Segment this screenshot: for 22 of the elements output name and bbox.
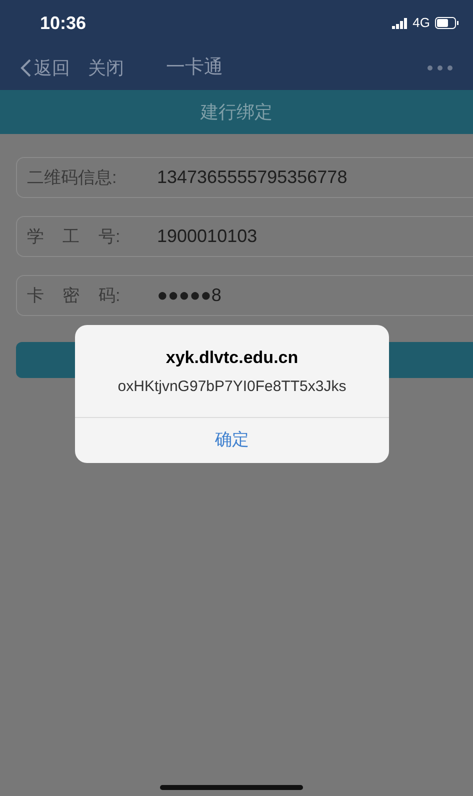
field-value: 1347365555795356778 (157, 166, 348, 189)
confirm-button[interactable]: 确定 (75, 416, 389, 462)
form-field[interactable]: 学 工 号: 1900010103 (16, 216, 473, 257)
dialog-title: xyk.dlvtc.edu.cn (166, 347, 298, 369)
field-label: 二维码信息: (27, 166, 118, 189)
field-value: 1900010103 (157, 225, 258, 248)
field-label: 学 工 号: (27, 226, 122, 248)
back-button[interactable]: 返回 (20, 54, 70, 82)
field-label: 卡 密 码: (27, 284, 122, 307)
form-field[interactable]: 二维码信息: 1347365555795356778 (16, 157, 473, 198)
nav-title: 一卡通 (166, 56, 223, 80)
dialog-message: oxHKtjvnG97bP7YI0Fe8TT5x3Jks (116, 376, 348, 396)
status-time: 10:36 (40, 12, 86, 34)
chevron-left-icon (20, 58, 32, 78)
network-label: 4G (412, 14, 430, 32)
form-field[interactable]: 卡 密 码: ●●●●●8 (16, 275, 473, 316)
page-header: 建行绑定 (0, 90, 473, 134)
battery-icon (435, 17, 459, 29)
more-icon[interactable] (427, 65, 453, 71)
close-button[interactable]: 关闭 (88, 54, 124, 82)
signal-icon (392, 18, 408, 28)
field-value: ●●●●●8 (157, 284, 222, 307)
